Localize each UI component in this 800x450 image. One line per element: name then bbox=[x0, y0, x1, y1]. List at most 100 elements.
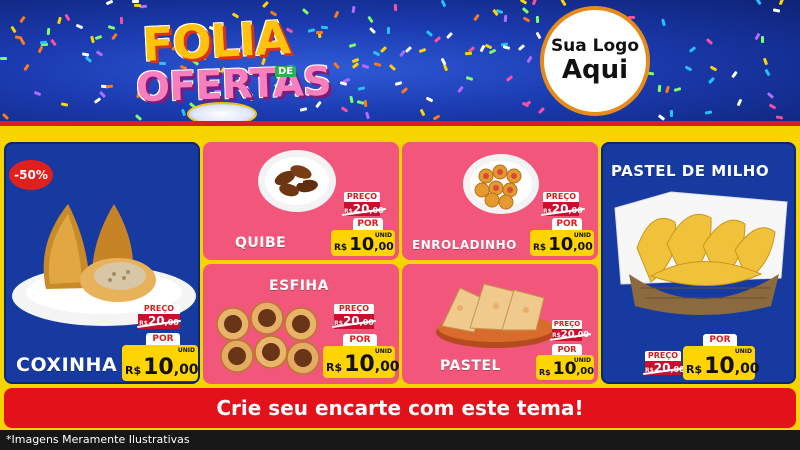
product-name-enroladinho: ENROLADINHO bbox=[412, 238, 517, 252]
old-price-cents: ,00 bbox=[164, 318, 179, 327]
confetti-piece bbox=[657, 114, 666, 121]
por-label: POR bbox=[146, 333, 180, 345]
confetti-piece bbox=[766, 92, 775, 99]
product-name-coxinha: COXINHA bbox=[16, 354, 118, 376]
price-int: 10 bbox=[349, 234, 375, 255]
logo-line-ofertas: OFERTAS bbox=[135, 58, 332, 112]
new-price-tag: R$ 10 ,00 UNID bbox=[530, 230, 594, 256]
old-price-label: PREÇO bbox=[543, 192, 579, 202]
confetti-piece bbox=[19, 15, 26, 24]
confetti-piece bbox=[19, 37, 26, 46]
confetti-piece bbox=[708, 76, 715, 85]
confetti-piece bbox=[560, 0, 567, 7]
confetti-piece bbox=[531, 0, 538, 6]
confetti-piece bbox=[484, 43, 493, 50]
product-name-pastel: PASTEL bbox=[440, 358, 501, 374]
confetti-piece bbox=[339, 81, 348, 86]
confetti-piece bbox=[39, 40, 48, 45]
confetti-piece bbox=[537, 106, 546, 115]
new-price-tag: R$ 10 ,00 UNID bbox=[323, 346, 399, 378]
new-price-tag: R$ 10 ,00 UNID bbox=[536, 355, 594, 380]
confetti-piece bbox=[657, 84, 662, 93]
price-currency: R$ bbox=[326, 361, 343, 374]
price-cents: ,00 bbox=[374, 240, 394, 253]
confetti-piece bbox=[778, 0, 785, 6]
confetti-piece bbox=[394, 81, 403, 86]
confetti-piece bbox=[670, 110, 673, 117]
confetti-piece bbox=[0, 57, 7, 60]
confetti-piece bbox=[762, 57, 769, 66]
product-card-enroladinho[interactable]: ENROLADINHO PREÇO R$20,00 POR R$ 10 ,00 … bbox=[402, 142, 598, 260]
old-price-label: PREÇO bbox=[645, 351, 681, 361]
product-card-esfiha[interactable]: ESFIHA PREÇO R$20,00 POR R$ 10 ,00 UNID bbox=[203, 264, 399, 384]
brand-logo-line1: Sua Logo bbox=[550, 36, 640, 57]
confetti-piece bbox=[379, 45, 388, 54]
product-card-pastel[interactable]: PASTEL PREÇO R$20,00 POR R$ 10 ,00 UNID bbox=[402, 264, 598, 384]
confetti-piece bbox=[505, 75, 514, 82]
confetti-piece bbox=[33, 90, 42, 97]
old-price-cents: ,00 bbox=[568, 206, 583, 215]
price-cents: ,00 bbox=[734, 361, 760, 377]
confetti-piece bbox=[754, 32, 761, 41]
brand-logo-placeholder: Sua Logo Aqui bbox=[540, 6, 650, 116]
old-price-currency: R$ bbox=[543, 208, 552, 215]
confetti-piece bbox=[340, 106, 349, 113]
old-price-currency: R$ bbox=[344, 208, 353, 215]
old-price-int: 20 bbox=[653, 361, 671, 375]
confetti-piece bbox=[465, 76, 474, 81]
discount-badge: -50% bbox=[9, 160, 53, 190]
old-price-currency: R$ bbox=[645, 367, 654, 374]
price-currency: R$ bbox=[686, 363, 703, 376]
pastel-image bbox=[436, 283, 556, 348]
confetti-piece bbox=[393, 3, 398, 12]
price-cents: ,00 bbox=[374, 359, 399, 375]
confetti-piece bbox=[404, 46, 413, 53]
confetti-piece bbox=[64, 13, 71, 22]
confetti-piece bbox=[105, 0, 114, 6]
confetti-piece bbox=[519, 0, 528, 5]
confetti-piece bbox=[333, 10, 340, 19]
old-price-currency: R$ bbox=[552, 332, 561, 339]
cta-banner[interactable]: Crie seu encarte com este tema! bbox=[4, 388, 796, 428]
confetti-piece bbox=[373, 62, 382, 67]
confetti-piece bbox=[419, 108, 426, 117]
quibe-image bbox=[258, 150, 336, 212]
price-int: 10 bbox=[552, 359, 577, 379]
confetti-piece bbox=[95, 50, 104, 57]
price-cents: ,00 bbox=[576, 366, 595, 377]
confetti-piece bbox=[363, 99, 368, 108]
price-unit: UNID bbox=[734, 348, 752, 355]
confetti-piece bbox=[764, 68, 771, 77]
old-price-label: PREÇO bbox=[334, 304, 374, 314]
old-price-currency: R$ bbox=[139, 320, 148, 327]
confetti-piece bbox=[445, 31, 454, 40]
confetti-piece bbox=[688, 46, 697, 53]
price-currency: R$ bbox=[533, 243, 547, 253]
confetti-piece bbox=[488, 48, 497, 55]
confetti-piece bbox=[388, 64, 397, 71]
product-name-quibe: QUIBE bbox=[235, 235, 287, 251]
confetti-piece bbox=[262, 0, 269, 9]
confetti-piece bbox=[457, 85, 464, 94]
enroladinho-image bbox=[463, 154, 539, 214]
product-card-pastel-de-milho[interactable]: PASTEL DE MILHO PREÇO R$20,00 POR R$ 10 … bbox=[601, 142, 796, 384]
por-label: POR bbox=[552, 218, 582, 230]
por-label: POR bbox=[703, 334, 737, 346]
confetti-piece bbox=[673, 87, 682, 92]
confetti-piece bbox=[521, 7, 530, 14]
confetti-piece bbox=[46, 27, 51, 36]
product-name-esfiha: ESFIHA bbox=[269, 278, 329, 294]
confetti-piece bbox=[131, 0, 140, 4]
confetti-piece bbox=[37, 45, 44, 54]
confetti-piece bbox=[349, 95, 354, 104]
logo-line-de: DE bbox=[275, 66, 297, 77]
confetti-piece bbox=[119, 16, 124, 25]
price-int: 10 bbox=[143, 355, 174, 380]
old-price-int: 20 bbox=[560, 329, 575, 340]
old-price-value: R$20,00 bbox=[645, 361, 685, 375]
confetti-piece bbox=[361, 63, 370, 70]
product-card-quibe[interactable]: QUIBE PREÇO R$20,00 POR R$ 10 ,00 UNID bbox=[203, 142, 399, 260]
old-price-value: R$20,00 bbox=[138, 314, 180, 329]
product-name-pastel-de-milho: PASTEL DE MILHO bbox=[611, 162, 770, 180]
confetti-piece bbox=[367, 15, 374, 24]
